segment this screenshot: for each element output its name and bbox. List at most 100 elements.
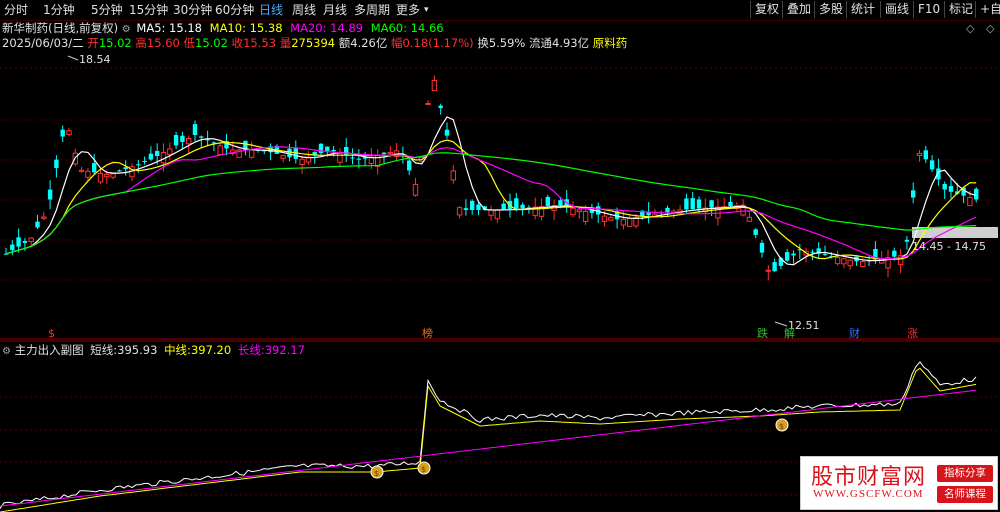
- candle-body: [325, 146, 330, 151]
- low-marker-line: [774, 321, 788, 327]
- candle-body: [104, 173, 110, 178]
- candle-body: [444, 129, 450, 136]
- candle-body: [709, 200, 714, 208]
- candle-body: [494, 209, 501, 220]
- candle-body: [488, 209, 494, 216]
- mid-line-value: 397.20: [190, 343, 232, 357]
- watermark-logo: 股市财富网 WWW.GSCFW.COM 指标分享 名师课程: [800, 456, 998, 510]
- short-line-value: 395.93: [117, 343, 158, 357]
- candle-body: [381, 152, 387, 154]
- candle-body: [356, 158, 361, 160]
- candle-body: [967, 197, 973, 207]
- candle-body: [28, 237, 34, 242]
- candle-body: [520, 204, 525, 209]
- candle-body: [463, 208, 469, 210]
- candle-body: [92, 163, 97, 173]
- mid-line-label: 中线:: [164, 343, 191, 357]
- candle-body: [205, 139, 210, 141]
- candle-body: [822, 254, 828, 256]
- sub-chart-title: 主力出入副图: [14, 343, 84, 357]
- ma5-line: [5, 116, 977, 266]
- high-marker-line: [67, 55, 79, 61]
- candle-body: [287, 148, 292, 158]
- candle-body: [199, 136, 204, 138]
- settings-gear-icon[interactable]: ⚙: [2, 346, 11, 357]
- watermark-tag-indicators: 指标分享: [937, 465, 993, 482]
- event-marker-list: 榜: [422, 326, 433, 340]
- candle-body: [665, 207, 670, 213]
- watermark-brand: 股市财富网: [811, 465, 927, 490]
- candle-body: [407, 160, 412, 171]
- candle-body: [772, 262, 777, 272]
- ma-lines: [5, 116, 977, 266]
- candle-body: [470, 200, 475, 210]
- candle-body: [545, 196, 550, 207]
- candle-body: [180, 135, 185, 142]
- candle-body: [860, 261, 866, 268]
- candle-body: [620, 218, 627, 226]
- candle-body: [438, 105, 443, 109]
- long-line-label: 长线:: [237, 343, 265, 357]
- candle-body: [911, 190, 916, 198]
- candle-body: [10, 244, 15, 251]
- candle-body: [16, 237, 21, 247]
- sub-chart-header: ⚙ 主力出入副图 短线:395.93 中线:397.20 长线:392.17: [2, 343, 305, 359]
- candle-body: [608, 217, 614, 221]
- candle-body: [923, 150, 928, 160]
- candle-body: [387, 151, 394, 155]
- range-box-label: 14.45 - 14.75: [912, 240, 986, 253]
- candle-body: [753, 229, 758, 235]
- short-line-label: 短线:: [90, 343, 118, 357]
- watermark-tag-courses: 名师课程: [937, 486, 993, 503]
- candle-body: [576, 209, 582, 213]
- candle-body: [601, 215, 608, 222]
- event-marker-rise: 涨: [907, 327, 918, 340]
- candle-body: [746, 216, 753, 222]
- candle-body: [690, 198, 695, 210]
- candle-body: [299, 158, 305, 166]
- candle-body: [558, 200, 563, 206]
- candle-body: [249, 149, 255, 158]
- candle-body: [765, 269, 771, 272]
- candle-body: [948, 186, 954, 192]
- candles: [3, 75, 979, 281]
- candle-body: [791, 253, 796, 256]
- event-marker-unlock: 解: [784, 326, 795, 340]
- candle-body: [501, 203, 506, 210]
- candle-body: [60, 129, 65, 137]
- coin-icon: $: [370, 465, 384, 479]
- candle-body: [514, 198, 519, 209]
- candle-body: [892, 250, 897, 257]
- candle-body: [627, 217, 633, 227]
- candle-body: [412, 183, 419, 196]
- grid-lines: [0, 67, 1000, 496]
- watermark-url: WWW.GSCFW.COM: [813, 488, 924, 500]
- candle-body: [904, 239, 910, 242]
- candle-body: [344, 147, 349, 156]
- candle-body: [431, 80, 438, 92]
- candle-body: [217, 145, 223, 156]
- candle-body: [186, 138, 192, 145]
- svg-text:$: $: [421, 465, 426, 474]
- candle-body: [85, 170, 91, 178]
- candle-body: [78, 169, 85, 172]
- candle-body: [47, 189, 53, 200]
- candle-body: [173, 135, 179, 146]
- candle-body: [974, 188, 979, 200]
- candle-body: [66, 130, 72, 135]
- candle-body: [759, 242, 765, 253]
- candle-body: [350, 157, 355, 159]
- coin-icon: $: [417, 461, 431, 475]
- candle-body: [456, 207, 463, 216]
- candle-body: [942, 183, 947, 190]
- high-price-marker: 18.54: [79, 53, 111, 66]
- candle-body: [155, 150, 160, 156]
- candle-body: [929, 160, 935, 170]
- candle-body: [110, 173, 116, 178]
- candle-body: [192, 124, 198, 135]
- svg-text:$: $: [374, 469, 379, 478]
- kline-chart[interactable]: 18.54 12.51 14.45 - 14.75 $ 榜 跌 解 财 涨 $ …: [0, 0, 1000, 512]
- candle-body: [570, 207, 576, 216]
- candle-body: [167, 148, 173, 155]
- candle-body: [331, 149, 336, 152]
